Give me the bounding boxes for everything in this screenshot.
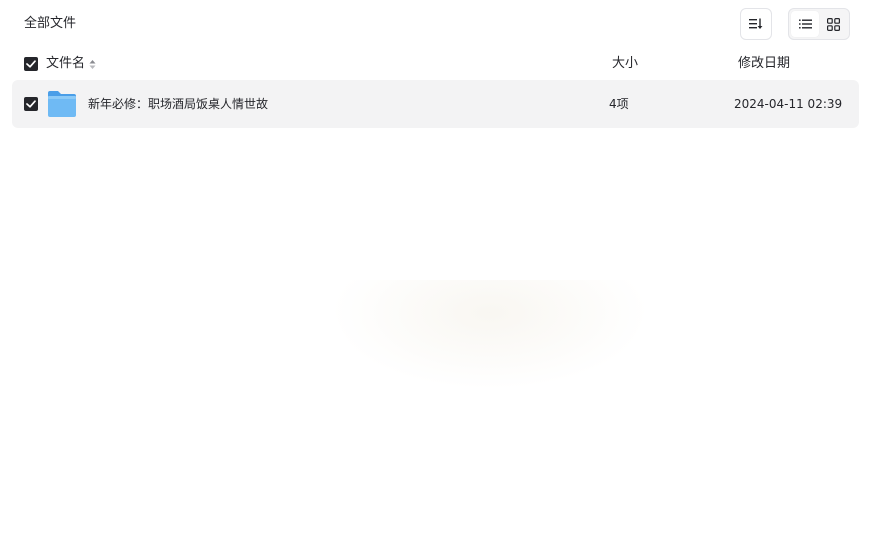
column-header-name[interactable]: 文件名 [46,55,96,73]
column-header-date: 修改日期 [738,56,791,71]
file-manager: 全部文件 文件名 大小 修改日期 新年必修：职场酒局饭桌人情世故 4项 2024… [0,0,874,538]
breadcrumb-all-files[interactable]: 全部文件 [24,15,76,33]
row-checkbox[interactable] [24,97,38,111]
check-icon [26,60,36,68]
file-size: 4项 [609,97,629,111]
list-view-icon [798,19,812,29]
check-icon [26,100,36,108]
table-header: 文件名 大小 修改日期 [24,55,850,73]
view-toggle [788,8,850,40]
sort-toggle-icon [89,59,96,69]
list-view-button[interactable] [791,11,819,37]
table-row[interactable]: 新年必修：职场酒局饭桌人情世故 4项 2024-04-11 02:39 [12,80,859,128]
file-name[interactable]: 新年必修：职场酒局饭桌人情世故 [88,96,268,112]
sort-icon [749,18,763,29]
grid-view-button[interactable] [819,11,847,37]
column-header-name-label: 文件名 [46,56,86,71]
file-modified-date: 2024-04-11 02:39 [734,97,843,111]
empty-area-glow [330,280,650,390]
folder-icon [48,91,76,117]
select-all-checkbox[interactable] [24,57,38,71]
grid-view-icon [826,17,840,31]
column-header-size: 大小 [612,56,639,71]
sort-button[interactable] [740,8,772,40]
